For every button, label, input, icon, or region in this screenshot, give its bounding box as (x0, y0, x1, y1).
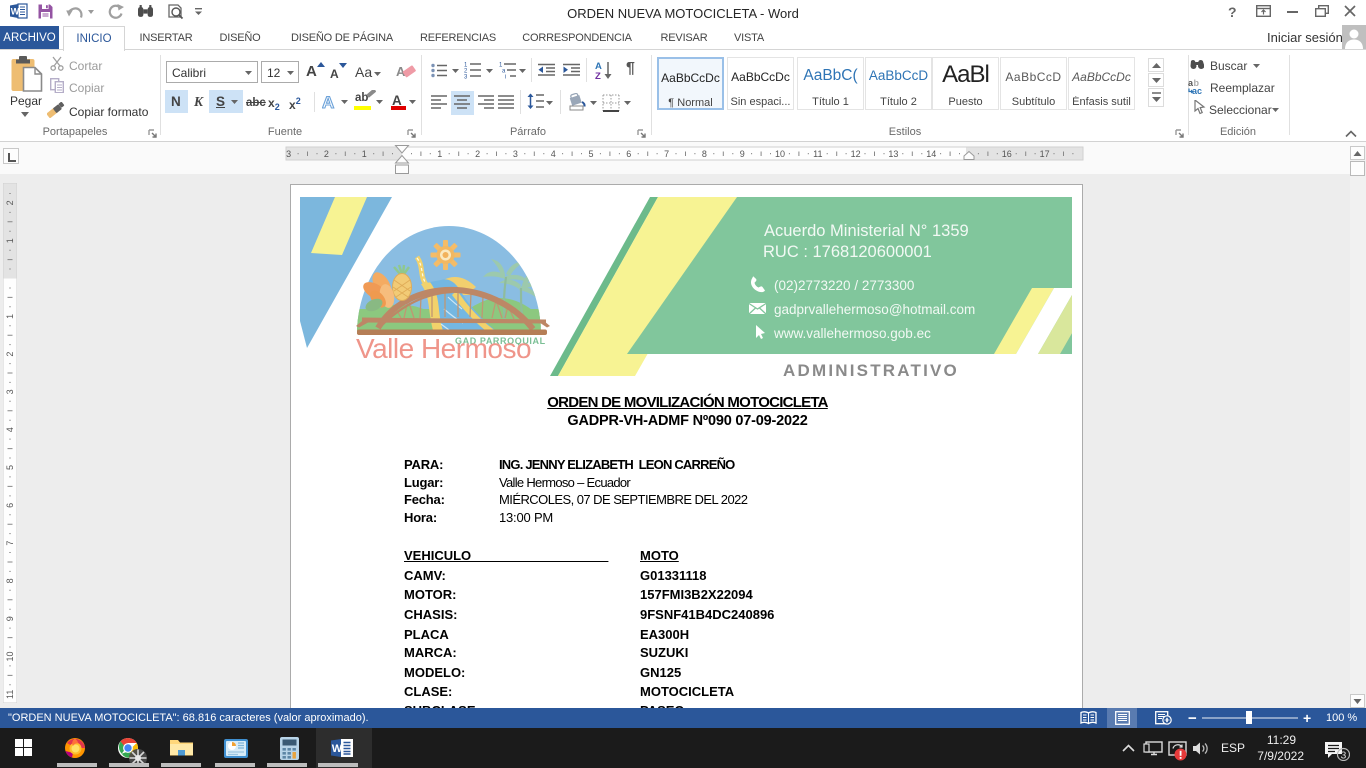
svg-text:W: W (332, 743, 343, 755)
svg-text:2: 2 (5, 352, 15, 357)
svg-text:11: 11 (813, 149, 822, 159)
svg-text:3: 3 (513, 149, 518, 159)
svg-text:8: 8 (5, 578, 15, 583)
svg-text:17: 17 (1040, 149, 1050, 159)
svg-text:Acuerdo Ministerial N° 1359: Acuerdo Ministerial N° 1359 (764, 222, 969, 240)
svg-text:13: 13 (888, 149, 898, 159)
svg-text:4: 4 (5, 427, 15, 432)
svg-text:Valle Hermoso: Valle Hermoso (356, 333, 531, 364)
svg-text:A: A (322, 93, 334, 111)
svg-text:11: 11 (5, 690, 15, 699)
svg-text:7: 7 (664, 149, 669, 159)
svg-text:Z: Z (595, 71, 601, 80)
svg-text:6: 6 (5, 503, 15, 508)
svg-text:gadprvallehermoso@hotmail.com: gadprvallehermoso@hotmail.com (774, 302, 975, 317)
svg-text:2: 2 (475, 149, 480, 159)
svg-text:www.vallehermoso.gob.ec: www.vallehermoso.gob.ec (773, 326, 931, 341)
svg-text:RUC : 1768120600001: RUC : 1768120600001 (763, 243, 932, 261)
svg-text:4: 4 (551, 149, 556, 159)
svg-text:2: 2 (324, 149, 329, 159)
svg-text:3: 3 (464, 75, 468, 80)
svg-text:ac: ac (1192, 86, 1202, 94)
svg-text:2: 2 (5, 200, 15, 205)
svg-text:1: 1 (5, 238, 15, 243)
svg-text:3: 3 (5, 389, 15, 394)
svg-text:1: 1 (437, 149, 442, 159)
svg-text:i: i (505, 75, 506, 80)
svg-text:8: 8 (702, 149, 707, 159)
svg-text:10: 10 (775, 149, 785, 159)
svg-text:1: 1 (362, 149, 367, 159)
svg-text:9: 9 (5, 616, 15, 621)
svg-text:12: 12 (851, 149, 861, 159)
svg-text:16: 16 (1002, 149, 1012, 159)
svg-text:(02)2773220 / 2773300: (02)2773220 / 2773300 (774, 278, 914, 293)
svg-text:14: 14 (926, 149, 936, 159)
svg-text:10: 10 (5, 651, 15, 661)
svg-text:ADMINISTRATIVO: ADMINISTRATIVO (783, 361, 959, 379)
svg-text:5: 5 (5, 465, 15, 470)
svg-text:1: 1 (5, 314, 15, 319)
svg-text:3: 3 (286, 149, 291, 159)
svg-text:6: 6 (626, 149, 631, 159)
svg-text:9: 9 (740, 149, 745, 159)
svg-text:3: 3 (1341, 750, 1347, 762)
svg-text:7: 7 (5, 541, 15, 546)
svg-text:5: 5 (588, 149, 593, 159)
